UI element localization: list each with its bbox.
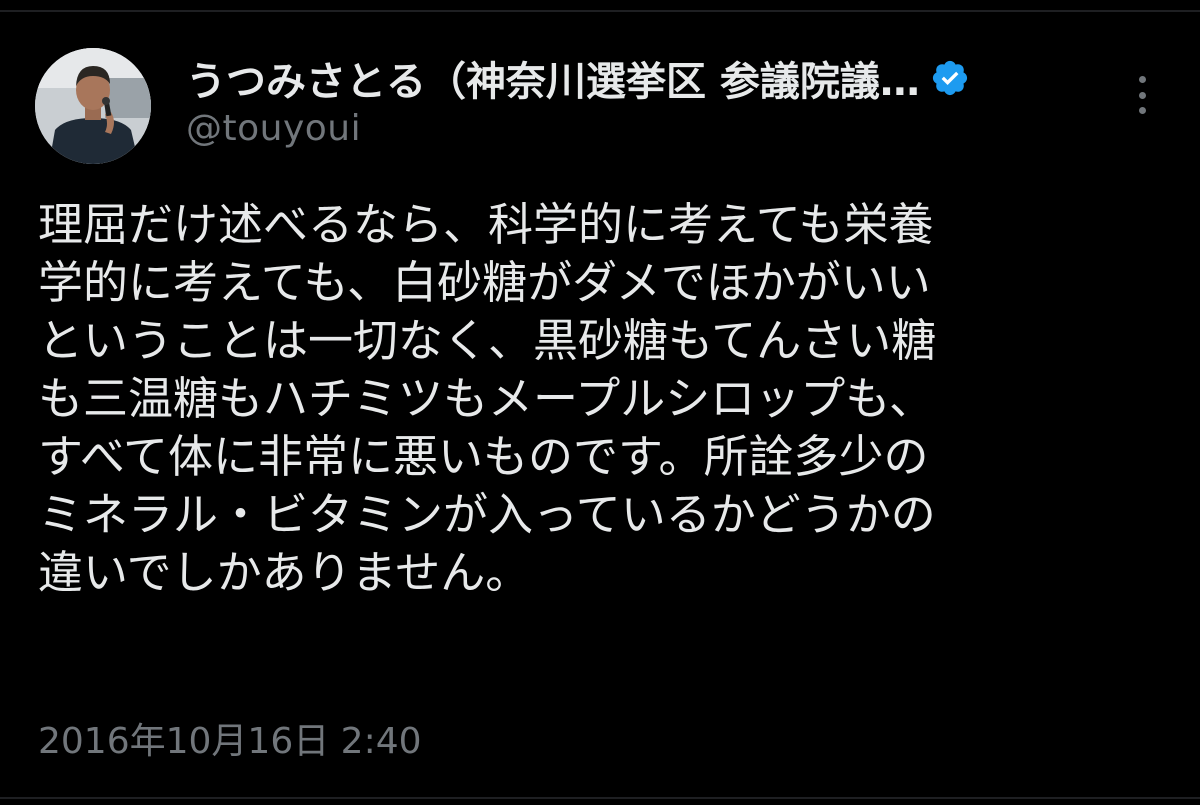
tweet-text-line: も三温糖もハチミツもメープルシロップも、	[38, 372, 934, 425]
more-vertical-icon	[1138, 76, 1146, 83]
tweet-text-line: ミネラル・ビタミンが入っているかどうかの	[38, 488, 936, 541]
more-vertical-icon	[1138, 107, 1146, 114]
avatar[interactable]	[35, 48, 151, 164]
tweet-text-line: 理屈だけ述べるなら、科学的に考えても栄養	[38, 198, 934, 251]
person-speaking-photo-icon	[35, 48, 151, 164]
handle[interactable]: @touyoui	[186, 108, 1086, 149]
tweet-text: 理屈だけ述べるなら、科学的に考えても栄養 学的に考えても、白砂糖がダメでほかがい…	[38, 196, 1168, 602]
tweet-text-line: 違いでしかありません。	[38, 546, 531, 599]
display-name[interactable]: うつみさとる（神奈川選挙区 参議院議…	[186, 49, 920, 107]
timestamp[interactable]: 2016年10月16日 2:40	[38, 712, 422, 764]
more-options-button[interactable]	[1124, 70, 1160, 120]
top-divider	[0, 10, 1200, 12]
more-vertical-icon	[1138, 91, 1146, 99]
author-info: うつみさとる（神奈川選挙区 参議院議… @touyoui	[186, 52, 1086, 149]
tweet-text-line: 学的に考えても、白砂糖がダメでほかがいい	[38, 256, 931, 309]
tweet-text-line: すべて体に非常に悪いものです。所詮多少の	[38, 430, 929, 483]
tweet-card: うつみさとる（神奈川選挙区 参議院議… @touyoui 理屈だけ述べるなら、科…	[0, 0, 1200, 805]
tweet-text-line: ということは一切なく、黒砂糖もてんさい糖	[38, 314, 937, 367]
name-row: うつみさとる（神奈川選挙区 参議院議…	[186, 49, 1086, 107]
bottom-divider	[0, 797, 1200, 799]
verified-badge-icon[interactable]	[930, 58, 970, 98]
